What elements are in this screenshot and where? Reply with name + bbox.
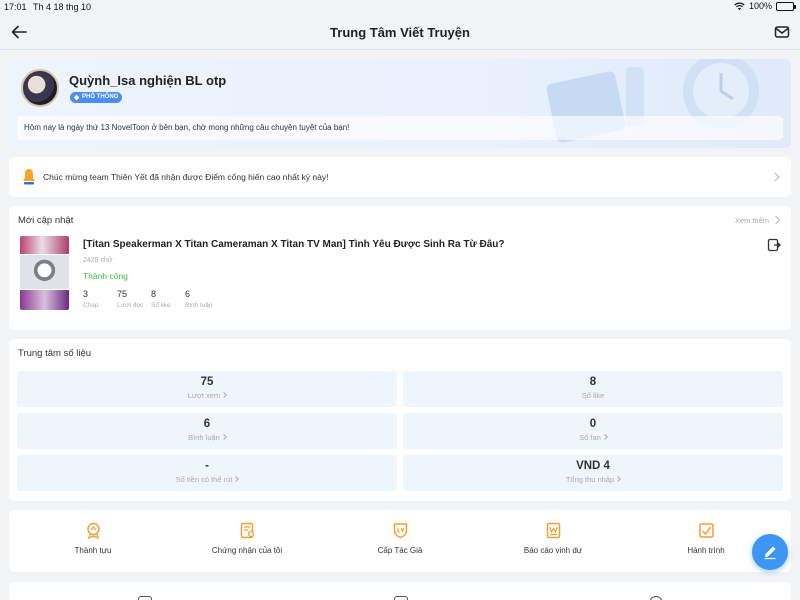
recent-updates-card: Mới cập nhật Xem thêm [Titan Speakerman … [9, 206, 791, 330]
tool-label: Thành tựu [74, 546, 112, 555]
tile-value: 75 [200, 376, 214, 388]
story-stat: 6 Bình luận [185, 289, 213, 309]
tile-label: Số tiền có thể rút [17, 475, 397, 484]
data-center-title: Trung tâm số liệu [18, 348, 92, 359]
tile-value: 0 [589, 418, 597, 430]
achievement-icon [86, 522, 100, 539]
see-more-link[interactable]: Xem thêm [735, 216, 769, 225]
page-title: Trung Tâm Viết Truyện [330, 25, 470, 40]
level-badge-label: PHỔ THÔNG [82, 94, 119, 100]
greeting-message: Hôm nay là ngày thứ 13 NovelToon ở bên b… [17, 116, 783, 140]
tool-label: Hành trình [687, 546, 725, 555]
username: Quỳnh_Isa nghiện BL otp [69, 73, 227, 88]
tile-label: Tổng thu nhập [403, 475, 783, 484]
tool-icon-partial[interactable] [394, 596, 408, 600]
author-level-icon [393, 523, 407, 539]
more-tools-card [9, 582, 791, 600]
data-center-card: Trung tâm số liệu 75 Lượt xem 8 Số like … [9, 339, 791, 501]
tile-label: Số fan [403, 433, 783, 442]
status-right: 100% [734, 1, 796, 11]
journey-icon [698, 523, 714, 538]
status-date: Th 4 18 thg 10 [33, 2, 92, 12]
diamond-icon [73, 94, 80, 101]
chevron-right-icon[interactable] [774, 215, 781, 225]
pencil-icon [764, 546, 776, 560]
story-stat: 75 Lượt đọc [117, 289, 144, 309]
tool-honor-report[interactable]: Báo cáo vinh dự [493, 522, 613, 555]
tool-label: Chứng nhận của tôi [211, 546, 283, 555]
chevron-right-icon [774, 172, 780, 182]
tile-value: - [205, 460, 209, 472]
export-icon[interactable] [767, 238, 781, 252]
story-status: Thành công [83, 271, 128, 281]
tile-fans[interactable]: 0 Số fan [403, 413, 783, 449]
write-story-button[interactable] [752, 534, 788, 570]
mail-icon[interactable] [774, 24, 790, 40]
certificate-icon [240, 522, 254, 539]
profile-card: Quỳnh_Isa nghiện BL otp PHỔ THÔNG Hôm na… [9, 59, 791, 148]
tile-value: 8 [589, 376, 597, 388]
tool-achievement[interactable]: Thành tựu [33, 522, 153, 555]
battery-percent: 100% [748, 1, 772, 11]
level-badge: PHỔ THÔNG [70, 92, 123, 103]
tile-value: 6 [203, 418, 211, 430]
story-stat: 3 Chap [83, 289, 99, 309]
status-time: 17:01 [4, 2, 27, 12]
tool-author-level[interactable]: Cấp Tác Giả [340, 522, 460, 555]
avatar[interactable] [21, 69, 59, 107]
tool-label: Báo cáo vinh dự [523, 546, 583, 555]
tile-label: Số like [581, 391, 605, 400]
nav-bar: Trung Tâm Viết Truyện [0, 14, 800, 50]
tile-comments[interactable]: 6 Bình luận [17, 413, 397, 449]
story-stat: 8 Số like [151, 289, 171, 309]
tool-journey[interactable]: Hành trình [646, 522, 766, 555]
story-title[interactable]: [Titan Speakerman X Titan Cameraman X Ti… [83, 239, 505, 250]
notice-card[interactable]: Chúc mừng team Thiên Yết đã nhận được Đi… [9, 157, 791, 197]
recent-section-title: Mới cập nhật [18, 215, 74, 226]
tool-label: Cấp Tác Giả [377, 546, 423, 555]
story-word-count: 2428 chữ [83, 257, 113, 264]
tile-total-income[interactable]: VND 4 Tổng thu nhập [403, 455, 783, 491]
notice-text: Chúc mừng team Thiên Yết đã nhận được Đi… [43, 172, 329, 182]
trophy-bell-icon [23, 169, 35, 185]
story-stats: 3 Chap 75 Lượt đọc 8 Số like 6 Bình luận [83, 289, 219, 309]
battery-icon [776, 1, 796, 11]
tile-value: VND 4 [576, 460, 610, 472]
tile-label: Bình luận [17, 433, 397, 442]
tool-certificate[interactable]: Chứng nhận của tôi [187, 522, 307, 555]
status-bar: 17:01 Th 4 18 thg 10 100% [0, 0, 800, 14]
tool-icon-partial[interactable] [649, 596, 663, 600]
tool-icon-partial[interactable] [138, 596, 152, 600]
honor-report-icon [546, 522, 560, 539]
tools-card: Thành tựu Chứng nhận của tôi Cấp Tác Giả… [9, 510, 791, 572]
tile-withdrawable[interactable]: - Số tiền có thể rút [17, 455, 397, 491]
tile-views[interactable]: 75 Lượt xem [17, 371, 397, 407]
tile-likes[interactable]: 8 Số like [403, 371, 783, 407]
wifi-icon [734, 2, 745, 10]
tile-label: Lượt xem [17, 391, 397, 400]
story-cover[interactable] [20, 236, 69, 310]
